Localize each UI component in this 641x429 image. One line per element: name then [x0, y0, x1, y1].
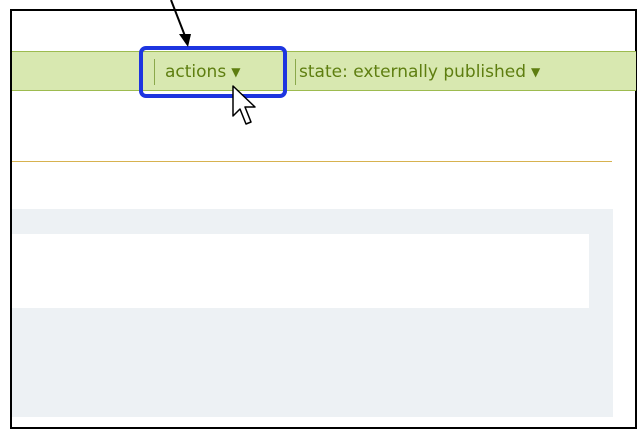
- content-box: [12, 234, 589, 308]
- mouse-pointer-icon: [232, 85, 256, 125]
- section-divider: [12, 161, 612, 162]
